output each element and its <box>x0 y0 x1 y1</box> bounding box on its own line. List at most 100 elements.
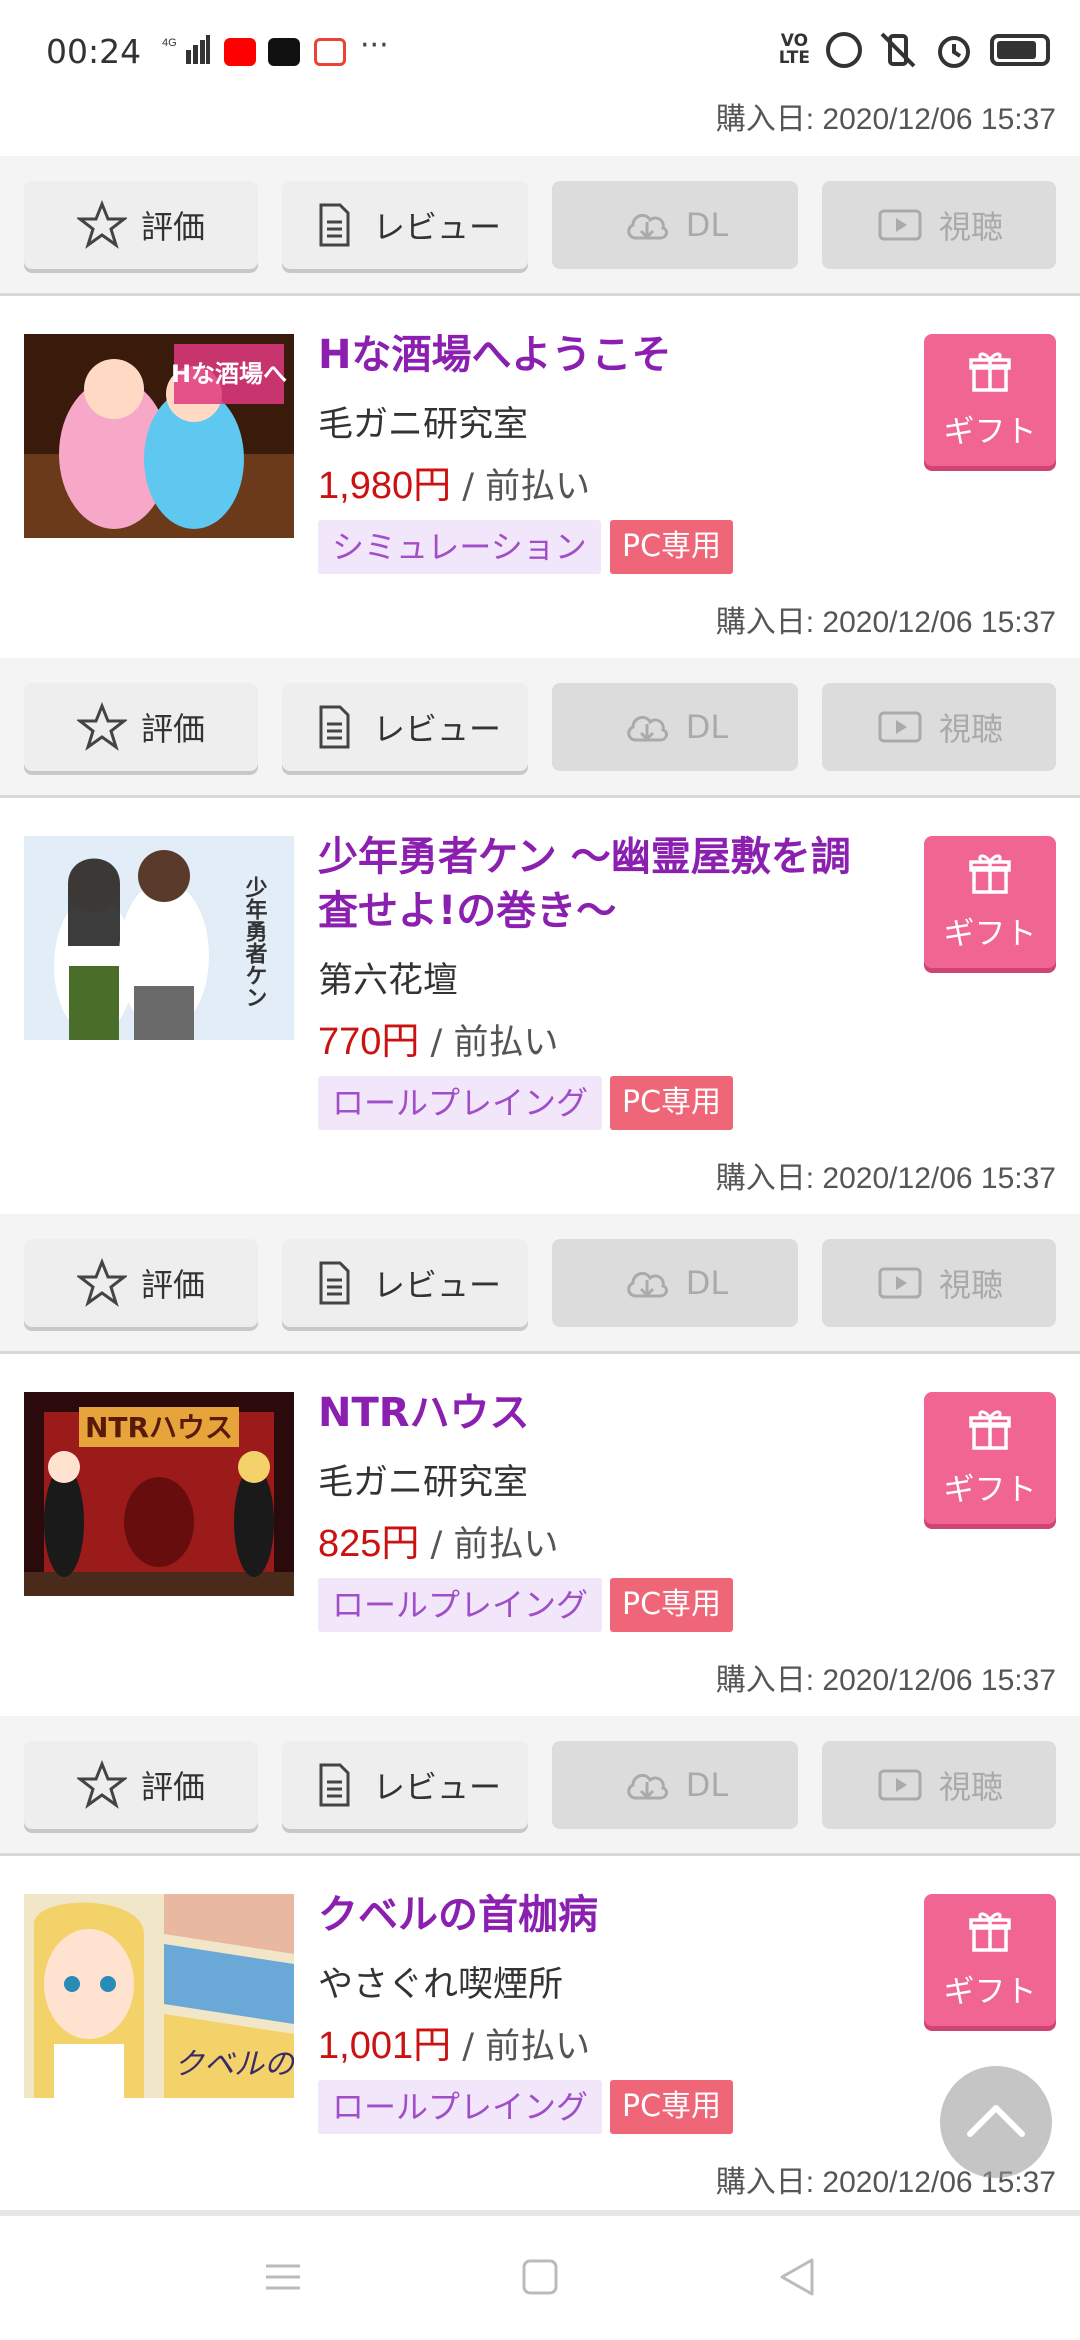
product-price: 1,001円 <box>318 2025 452 2067</box>
rate-button[interactable]: 評価 <box>24 1741 258 1829</box>
price-line: 770円 / 前払い <box>318 1010 558 1065</box>
gift-icon <box>969 1912 1011 1952</box>
price-line: 825円 / 前払い <box>318 1512 558 1567</box>
gift-label: ギフト <box>943 916 1037 952</box>
document-icon <box>319 203 350 247</box>
price-line: 1,980円 / 前払い <box>318 454 590 509</box>
product-title[interactable]: NTRハウス <box>318 1386 888 1440</box>
pc-only-tag: PC専用 <box>610 1578 734 1632</box>
product-maker[interactable]: 第六花壇 <box>318 952 458 1003</box>
product-maker[interactable]: やさぐれ喫煙所 <box>318 1956 563 2007</box>
genre-tag: ロールプレイング <box>318 1578 603 1632</box>
download-label: DL <box>685 1766 729 1804</box>
pc-only-tag: PC専用 <box>610 520 734 574</box>
review-button[interactable]: レビュー <box>282 1239 528 1327</box>
product-title[interactable]: 少年勇者ケン ～幽霊屋敷を調査せよ!の巻き～ <box>318 830 888 938</box>
download-label: DL <box>685 1264 729 1302</box>
watch-label: 視聴 <box>938 1266 1003 1304</box>
menu-icon[interactable] <box>260 2254 306 2300</box>
genre-tag: ロールプレイング <box>318 2080 603 2134</box>
youtube-icon <box>224 38 256 66</box>
home-square-icon[interactable] <box>517 2254 563 2300</box>
review-button[interactable]: レビュー <box>282 1741 528 1829</box>
payment-type: / 前払い <box>451 2027 591 2067</box>
watch-button[interactable]: 視聴 <box>822 683 1056 771</box>
gift-button[interactable]: ギフト <box>924 1894 1056 2026</box>
gift-label: ギフト <box>943 1974 1037 2010</box>
product-title[interactable]: クベルの首枷病 <box>318 1888 888 1942</box>
status-bar: 00:24 4G ··· VO LTE <box>0 0 1080 92</box>
download-button[interactable]: DL <box>552 1239 798 1327</box>
svg-text:クベルの首枷病: クベルの首枷病 <box>174 2047 294 2082</box>
rate-button[interactable]: 評価 <box>24 181 258 269</box>
review-label: レビュー <box>372 1266 501 1304</box>
gmail-icon <box>314 38 346 66</box>
gift-button[interactable]: ギフト <box>924 836 1056 968</box>
cloud-download-icon <box>627 1271 668 1298</box>
action-bar: 評価 レビュー DL 視聴 <box>0 1214 1080 1354</box>
review-button[interactable]: レビュー <box>282 181 528 269</box>
document-icon <box>319 1763 350 1807</box>
rate-button[interactable]: 評価 <box>24 1239 258 1327</box>
product-maker[interactable]: 毛ガニ研究室 <box>318 1454 528 1505</box>
gift-button[interactable]: ギフト <box>924 334 1056 466</box>
watch-button[interactable]: 視聴 <box>822 1239 1056 1327</box>
svg-text:NTRハウス: NTRハウス <box>85 1411 233 1444</box>
review-button[interactable]: レビュー <box>282 683 528 771</box>
play-icon <box>878 1769 922 1801</box>
purchase-date: 購入日: 2020/12/06 15:37 <box>715 1162 1056 1195</box>
product-maker[interactable]: 毛ガニ研究室 <box>318 396 528 447</box>
vibrate-off-icon <box>880 32 916 68</box>
download-button[interactable]: DL <box>552 181 798 269</box>
cloud-download-icon <box>627 715 668 742</box>
review-label: レビュー <box>372 710 501 748</box>
svg-text:少年勇者ケン: 少年勇者ケン <box>242 876 269 1008</box>
product-title[interactable]: Hな酒場へようこそ <box>318 328 888 382</box>
gift-icon <box>969 1410 1011 1450</box>
scroll-to-top-button[interactable] <box>940 2066 1052 2178</box>
back-triangle-icon[interactable] <box>774 2254 820 2300</box>
svg-text:4G: 4G <box>162 37 177 49</box>
rate-label: 評価 <box>140 1768 205 1806</box>
status-icons: VO LTE <box>779 30 1050 70</box>
play-icon <box>878 209 922 241</box>
rate-button[interactable]: 評価 <box>24 683 258 771</box>
data-saver-icon <box>826 32 862 68</box>
payment-type: / 前払い <box>451 467 591 507</box>
watch-button[interactable]: 視聴 <box>822 181 1056 269</box>
svg-text:Hな酒場へ: Hな酒場へ <box>171 360 287 388</box>
play-icon <box>878 1267 922 1299</box>
app-notification-icon <box>268 38 300 66</box>
gift-button[interactable]: ギフト <box>924 1392 1056 1524</box>
product-thumbnail[interactable]: Hな酒場へ <box>24 334 294 538</box>
cloud-download-icon <box>627 1773 668 1800</box>
star-icon <box>76 1258 127 1307</box>
payment-type: / 前払い <box>419 1023 559 1063</box>
download-button[interactable]: DL <box>552 683 798 771</box>
action-bar: 評価 レビュー DL 視聴 <box>0 156 1080 296</box>
document-icon <box>319 705 350 749</box>
product-thumbnail[interactable]: クベルの首枷病 <box>24 1894 294 2098</box>
product-price: 825円 <box>318 1523 420 1565</box>
price-line: 1,001円 / 前払い <box>318 2014 590 2069</box>
payment-type: / 前払い <box>419 1525 559 1565</box>
chevron-up-icon <box>967 2105 1025 2137</box>
download-label: DL <box>685 206 729 244</box>
purchase-date: 購入日: 2020/12/06 15:37 <box>715 1664 1056 1697</box>
genre-tag: ロールプレイング <box>318 1076 603 1130</box>
watch-button[interactable]: 視聴 <box>822 1741 1056 1829</box>
rate-label: 評価 <box>140 710 205 748</box>
product-thumbnail[interactable]: 少年勇者ケン <box>24 836 294 1040</box>
status-time: 00:24 <box>46 32 142 71</box>
product-thumbnail[interactable]: NTRハウス <box>24 1392 294 1596</box>
pc-only-tag: PC専用 <box>610 1076 734 1130</box>
review-label: レビュー <box>372 208 501 246</box>
cloud-download-icon <box>627 213 668 240</box>
action-bar: 評価 レビュー DL 視聴 <box>0 1716 1080 1856</box>
gift-label: ギフト <box>943 414 1037 450</box>
purchase-date: 購入日: 2020/12/06 15:37 <box>715 103 1056 136</box>
signal-icon: 4G <box>162 35 210 64</box>
watch-label: 視聴 <box>938 710 1003 748</box>
download-button[interactable]: DL <box>552 1741 798 1829</box>
gift-label: ギフト <box>943 1472 1037 1508</box>
